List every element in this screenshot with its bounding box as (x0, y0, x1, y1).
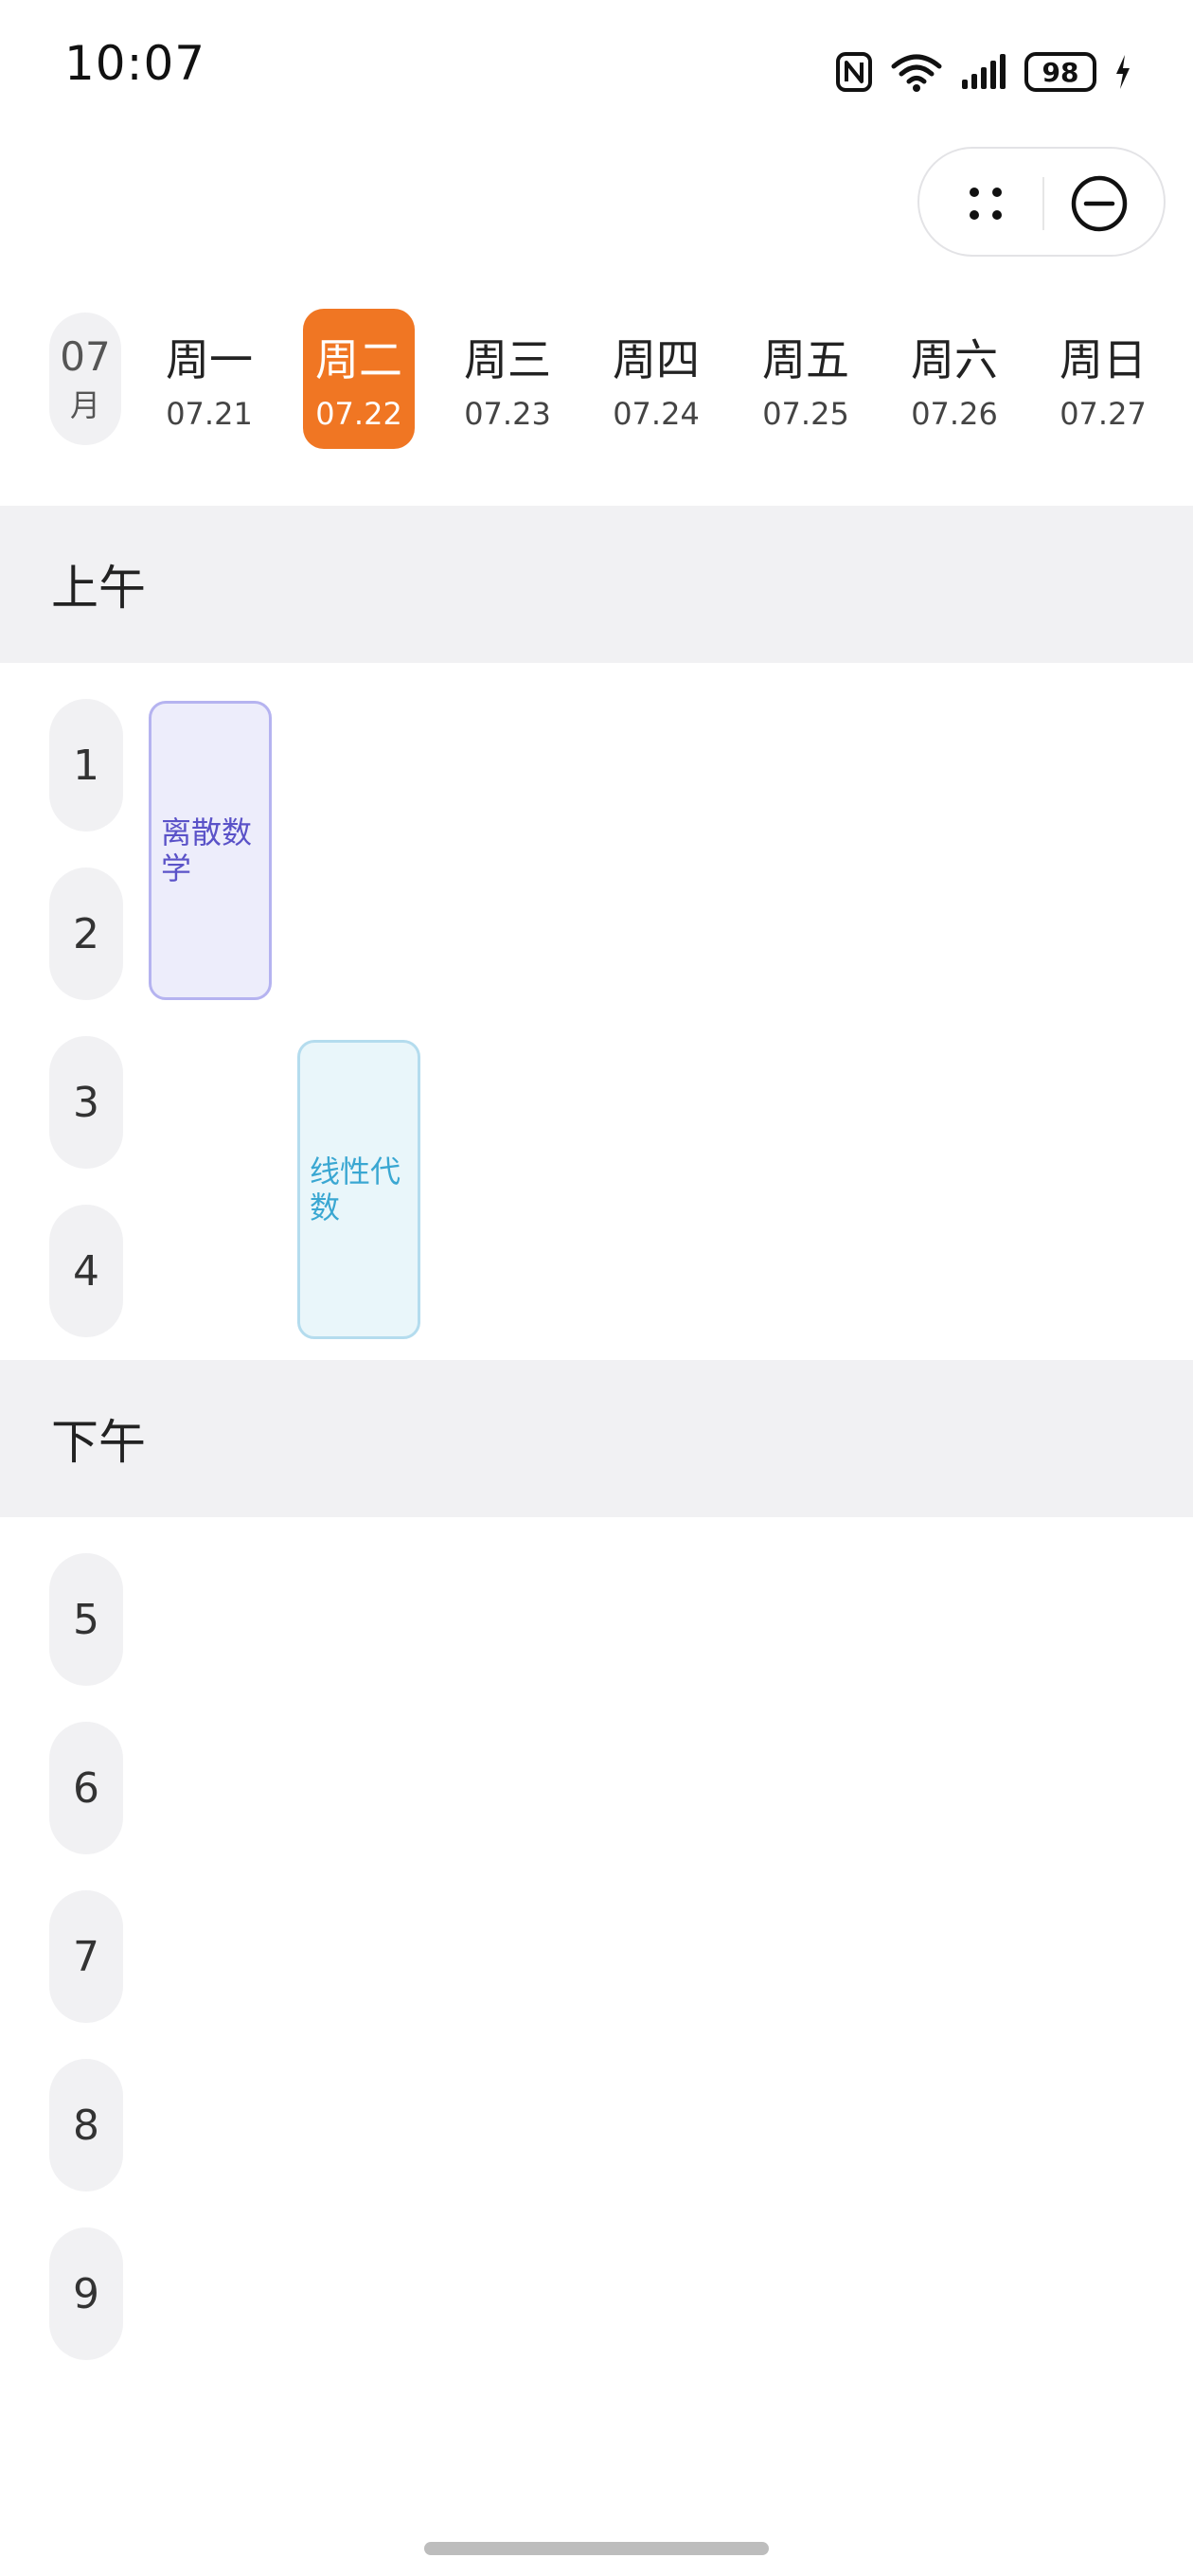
period-8: 8 (49, 2059, 123, 2191)
period-7: 7 (49, 1890, 123, 2023)
day-thu[interactable]: 周四 07.24 (600, 309, 712, 449)
capsule-menu (917, 147, 1166, 257)
status-icons: 98 (835, 45, 1132, 98)
day-name: 周一 (166, 334, 253, 385)
day-tue[interactable]: 周二 07.22 (303, 309, 415, 449)
charging-icon (1116, 55, 1130, 89)
day-name: 周二 (315, 334, 402, 385)
section-label: 上午 (51, 561, 146, 616)
nfc-icon (836, 52, 872, 92)
day-name: 周四 (613, 334, 700, 385)
day-sat[interactable]: 周六 07.26 (899, 309, 1010, 449)
day-date: 07.21 (166, 396, 253, 432)
period-4: 4 (49, 1205, 123, 1337)
day-date: 07.27 (1059, 396, 1147, 432)
day-fri[interactable]: 周五 07.25 (750, 309, 862, 449)
period-1: 1 (49, 699, 123, 832)
month-number: 07 (60, 332, 111, 380)
day-date: 07.25 (762, 396, 849, 432)
period-5: 5 (49, 1553, 123, 1686)
course-name: 离散数学 (161, 814, 253, 886)
period-3: 3 (49, 1036, 123, 1169)
section-morning: 上午 (0, 506, 1193, 663)
minus-circle-icon[interactable] (1069, 173, 1130, 234)
day-name: 周五 (762, 334, 849, 385)
day-sun[interactable]: 周日 07.27 (1047, 309, 1159, 449)
day-mon[interactable]: 周一 07.21 (153, 309, 265, 449)
month-label: 月 (69, 386, 100, 423)
period-9: 9 (49, 2227, 123, 2360)
day-date: 07.24 (613, 396, 700, 432)
course-name: 线性代数 (310, 1154, 401, 1225)
home-indicator[interactable] (424, 2542, 769, 2555)
wifi-icon (891, 54, 942, 92)
day-name: 周三 (464, 334, 551, 385)
period-2: 2 (49, 868, 123, 1000)
day-date: 07.23 (464, 396, 551, 432)
signal-icon (962, 54, 1006, 89)
battery-level: 98 (1042, 56, 1079, 88)
capsule-divider (1042, 177, 1044, 230)
course-card-linear-algebra[interactable]: 线性代数 (297, 1040, 420, 1339)
section-afternoon: 下午 (0, 1360, 1193, 1517)
period-6: 6 (49, 1722, 123, 1854)
day-wed[interactable]: 周三 07.23 (452, 309, 563, 449)
month-indicator[interactable]: 07 月 (49, 313, 121, 445)
day-name: 周日 (1059, 334, 1147, 385)
battery-icon: 98 (1024, 52, 1096, 92)
day-name: 周六 (911, 334, 998, 385)
more-dots-icon[interactable] (959, 177, 1012, 230)
course-card-discrete-math[interactable]: 离散数学 (149, 701, 272, 1000)
status-time: 10:07 (64, 36, 206, 91)
day-date: 07.26 (911, 396, 998, 432)
section-label: 下午 (51, 1415, 146, 1470)
day-date: 07.22 (315, 396, 402, 432)
